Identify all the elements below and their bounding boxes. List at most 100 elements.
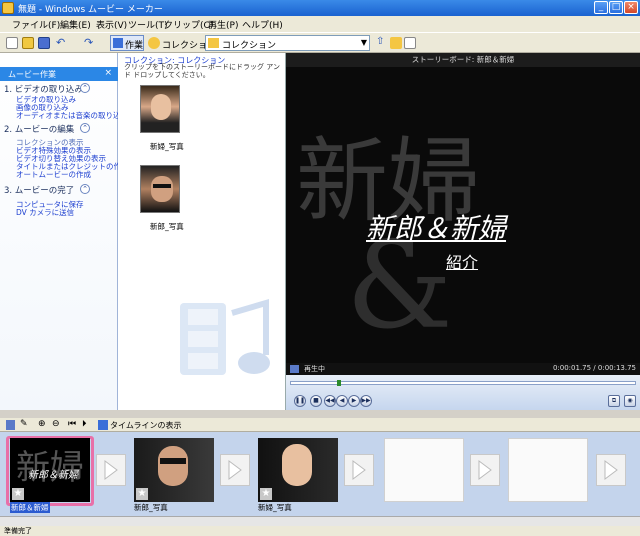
menu-file[interactable]: ファイル(F) [12,18,60,31]
playback-time: 0:00:01.75 / 0:00:13.75 [552,364,636,372]
status-text: 準備完了 [4,527,32,535]
empty-clip-slot[interactable] [384,438,464,502]
collapse-icon[interactable]: ⌃ [80,123,90,133]
rewind-storyboard-icon[interactable]: ⏮ [68,419,76,429]
star-icon[interactable]: ★ [12,488,24,500]
show-timeline-button[interactable]: タイムラインの表示 [110,420,181,431]
task-link[interactable]: オートムービーの作成 [16,169,91,180]
next-frame-icon[interactable]: ▶▶ [360,395,372,407]
glasses-shape [160,458,186,464]
chevron-down-icon: ▼ [360,38,367,47]
title-caption-line2: 紹介 [446,253,479,272]
task-link[interactable]: DV カメラに送信 [16,207,74,218]
close-icon[interactable]: × [624,1,638,14]
seek-bar[interactable] [290,380,636,386]
task-link[interactable]: オーディオまたは音楽の取り込み [16,110,128,121]
collapse-icon[interactable]: ⌃ [80,83,90,93]
section-edit-title[interactable]: 2. ムービーの編集 [4,123,74,135]
new-project-icon[interactable] [6,37,18,49]
horizontal-scrollbar[interactable] [0,516,640,526]
preview-screen[interactable]: 新婦 & 新郎＆新婦 紹介 [286,67,640,363]
transition-slot[interactable] [344,454,374,486]
storyboard-clip-label: 新郎＆新婦 [10,502,50,513]
tasks-icon [113,38,123,48]
storyboard-clip-thumbnail[interactable]: 新婦 新郎＆新婦 ★ [10,438,90,502]
task-pane-header: ムービー作業 × [0,67,118,81]
collection-folder-icon [208,38,219,48]
collections-icon [148,37,160,49]
storyboard: 新婦 新郎＆新婦 ★ 新郎＆新婦 ★ 新郎_写真 ★ 新婦_写真 [0,432,640,526]
arrow-right-icon [478,460,492,480]
transition-slot[interactable] [470,454,500,486]
clip-title-text: 新郎＆新婦 [28,470,78,481]
transition-slot[interactable] [96,454,126,486]
collection-clip-thumbnail[interactable] [140,85,180,133]
portrait-face [151,176,173,202]
collection-dropdown-value: コレクション [222,41,277,51]
transition-slot[interactable] [220,454,250,486]
arrow-right-icon [352,460,366,480]
audio-levels-icon[interactable]: ✎ [20,419,28,429]
toolbar: ↶ ↷ 作業 コレクション コレクション ▼ ⇧ [0,32,640,53]
zoom-out-icon[interactable]: ⊖ [52,419,60,429]
splitter[interactable] [0,410,640,418]
collection-clip-label: 新婦_写真 [150,142,184,151]
clip-calligraphy: 新婦 [16,448,84,488]
status-bar: 準備完了 [0,526,640,536]
views-icon[interactable] [404,37,416,49]
menu-view[interactable]: 表示(V) [96,18,127,31]
tasks-button[interactable]: 作業 [110,35,144,51]
collection-dropdown[interactable]: コレクション ▼ [205,35,370,51]
minimize-icon[interactable]: _ [594,1,608,14]
new-collection-icon[interactable] [390,37,402,49]
up-level-icon[interactable]: ⇧ [376,36,384,47]
storyboard-clip-label: 新郎_写真 [134,503,168,512]
title-caption-line1: 新郎＆新婦 [366,212,507,245]
zoom-in-icon[interactable]: ⊕ [38,419,46,429]
open-folder-icon[interactable] [22,37,34,49]
menu-edit[interactable]: 編集(E) [60,18,91,31]
storyboard-clip-thumbnail[interactable]: ★ [258,438,338,502]
snapshot-icon[interactable]: ◉ [624,395,636,407]
empty-clip-slot[interactable] [508,438,588,502]
save-icon[interactable] [38,37,50,49]
pause-icon[interactable]: ❚❚ [294,395,306,407]
title-bar: 無題 - Windows ムービー メーカー _ □ × [0,0,640,16]
arrow-right-icon [104,460,118,480]
stop-icon[interactable]: ■ [310,395,322,407]
timeline-icon [98,420,108,430]
storyboard-clip-label: 新婦_写真 [258,503,292,512]
task-pane: ムービー作業 × 1. ビデオの取り込み ⌃ ビデオの取り込み 画像の取り込み … [0,53,129,410]
menu-bar: ファイル(F) 編集(E) 表示(V) ツール(T) クリップ(C) 再生(P)… [0,16,640,32]
collapse-icon[interactable]: ⌃ [80,184,90,194]
storyboard-toolbar: ✎ ⊕ ⊖ ⏮ ⏵ タイムラインの表示 [0,418,640,432]
rewind-icon[interactable]: ◀ [336,395,348,407]
star-icon[interactable]: ★ [136,488,148,500]
playback-controls: ❚❚ ■ ◀◀ ◀ ▶ ▶▶ ⧉ ◉ [286,375,640,410]
redo-icon[interactable]: ↷ [84,36,93,49]
split-clip-icon[interactable]: ⧉ [608,395,620,407]
menu-clip[interactable]: クリップ(C) [164,18,213,31]
monitor-icon [290,365,299,373]
collection-pane: コレクション: コレクション クリップを下のストーリーボードにドラッグ アンド … [118,53,286,410]
narrate-icon[interactable] [6,420,15,430]
transition-slot[interactable] [596,454,626,486]
collection-clip-thumbnail[interactable] [140,165,180,213]
close-icon[interactable]: × [104,68,112,78]
seek-thumb[interactable] [337,380,341,386]
tasks-label: 作業 [125,41,144,51]
arrow-right-icon [228,460,242,480]
forward-icon[interactable]: ▶ [348,395,360,407]
previous-frame-icon[interactable]: ◀◀ [324,395,336,407]
menu-play[interactable]: 再生(P) [208,18,238,31]
app-icon [2,2,14,14]
section-finish-title[interactable]: 3. ムービーの完了 [4,184,74,196]
star-icon[interactable]: ★ [260,488,272,500]
maximize-icon[interactable]: □ [609,1,623,14]
play-storyboard-icon[interactable]: ⏵ [82,419,87,429]
undo-icon[interactable]: ↶ [56,36,65,49]
menu-help[interactable]: ヘルプ(H) [242,18,283,31]
menu-tools[interactable]: ツール(T) [128,18,168,31]
glasses-shape [153,184,171,188]
storyboard-clip-thumbnail[interactable]: ★ [134,438,214,502]
